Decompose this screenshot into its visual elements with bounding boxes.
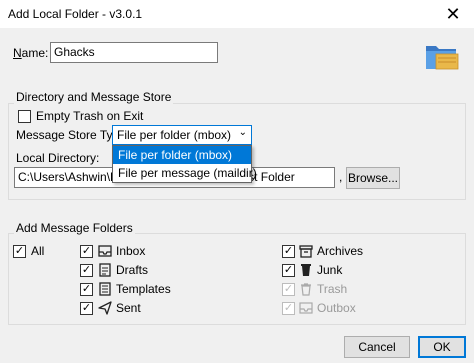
dropdown-option[interactable]: File per message (maildir) xyxy=(113,164,257,182)
sent-icon xyxy=(98,301,112,315)
name-field[interactable]: Ghacks xyxy=(50,42,218,63)
message-store-dropdown: File per folder (mbox) File per message … xyxy=(112,145,257,183)
drafts-label: Drafts xyxy=(116,263,149,277)
message-store-select[interactable]: File per folder (mbox) ⌄ xyxy=(112,125,252,145)
templates-label: Templates xyxy=(116,282,171,296)
dropdown-option[interactable]: File per folder (mbox) xyxy=(113,146,251,164)
message-store-selected: File per folder (mbox) xyxy=(117,128,232,142)
trash-checkbox: ✓ xyxy=(282,283,295,296)
message-folders-group xyxy=(8,233,466,325)
all-label: All xyxy=(31,244,45,258)
templates-checkbox[interactable]: ✓ xyxy=(80,283,93,296)
outbox-label: Outbox xyxy=(317,301,356,315)
sent-label: Sent xyxy=(116,301,141,315)
inbox-checkbox[interactable]: ✓ xyxy=(80,245,93,258)
archives-checkbox[interactable]: ✓ xyxy=(282,245,295,258)
outbox-icon xyxy=(299,302,313,314)
name-label: Name: xyxy=(13,46,49,60)
junk-checkbox[interactable]: ✓ xyxy=(282,264,295,277)
empty-trash-label: Empty Trash on Exit xyxy=(36,109,144,123)
chevron-down-icon: ⌄ xyxy=(238,127,247,138)
junk-icon xyxy=(301,264,311,276)
folder-icon xyxy=(426,46,459,70)
browse-button[interactable]: Browse... xyxy=(346,167,400,189)
outbox-checkbox: ✓ xyxy=(282,302,295,315)
archives-label: Archives xyxy=(317,244,364,258)
message-folders-title: Add Message Folders xyxy=(14,221,135,235)
drafts-checkbox[interactable]: ✓ xyxy=(80,264,93,277)
inbox-icon xyxy=(98,245,112,257)
junk-label: Junk xyxy=(317,263,343,277)
title-bar: Add Local Folder - v3.0.1 ✕ xyxy=(0,0,474,28)
local-directory-label: Local Directory: xyxy=(16,151,100,165)
empty-trash-checkbox[interactable] xyxy=(18,110,31,123)
archives-icon xyxy=(299,245,313,258)
drafts-icon xyxy=(99,263,111,277)
inbox-label: Inbox xyxy=(116,244,146,258)
templates-icon xyxy=(99,282,111,296)
directory-group-title: Directory and Message Store xyxy=(14,90,174,104)
trash-icon xyxy=(301,283,311,296)
comma-separator: , xyxy=(339,170,343,184)
ok-button[interactable]: OK xyxy=(418,336,466,358)
window-title: Add Local Folder - v3.0.1 xyxy=(8,7,143,21)
sent-checkbox[interactable]: ✓ xyxy=(80,302,93,315)
close-icon[interactable]: ✕ xyxy=(432,0,474,28)
trash-label: Trash xyxy=(317,282,348,296)
all-checkbox[interactable]: ✓ xyxy=(13,245,26,258)
cancel-button[interactable]: Cancel xyxy=(344,336,410,358)
